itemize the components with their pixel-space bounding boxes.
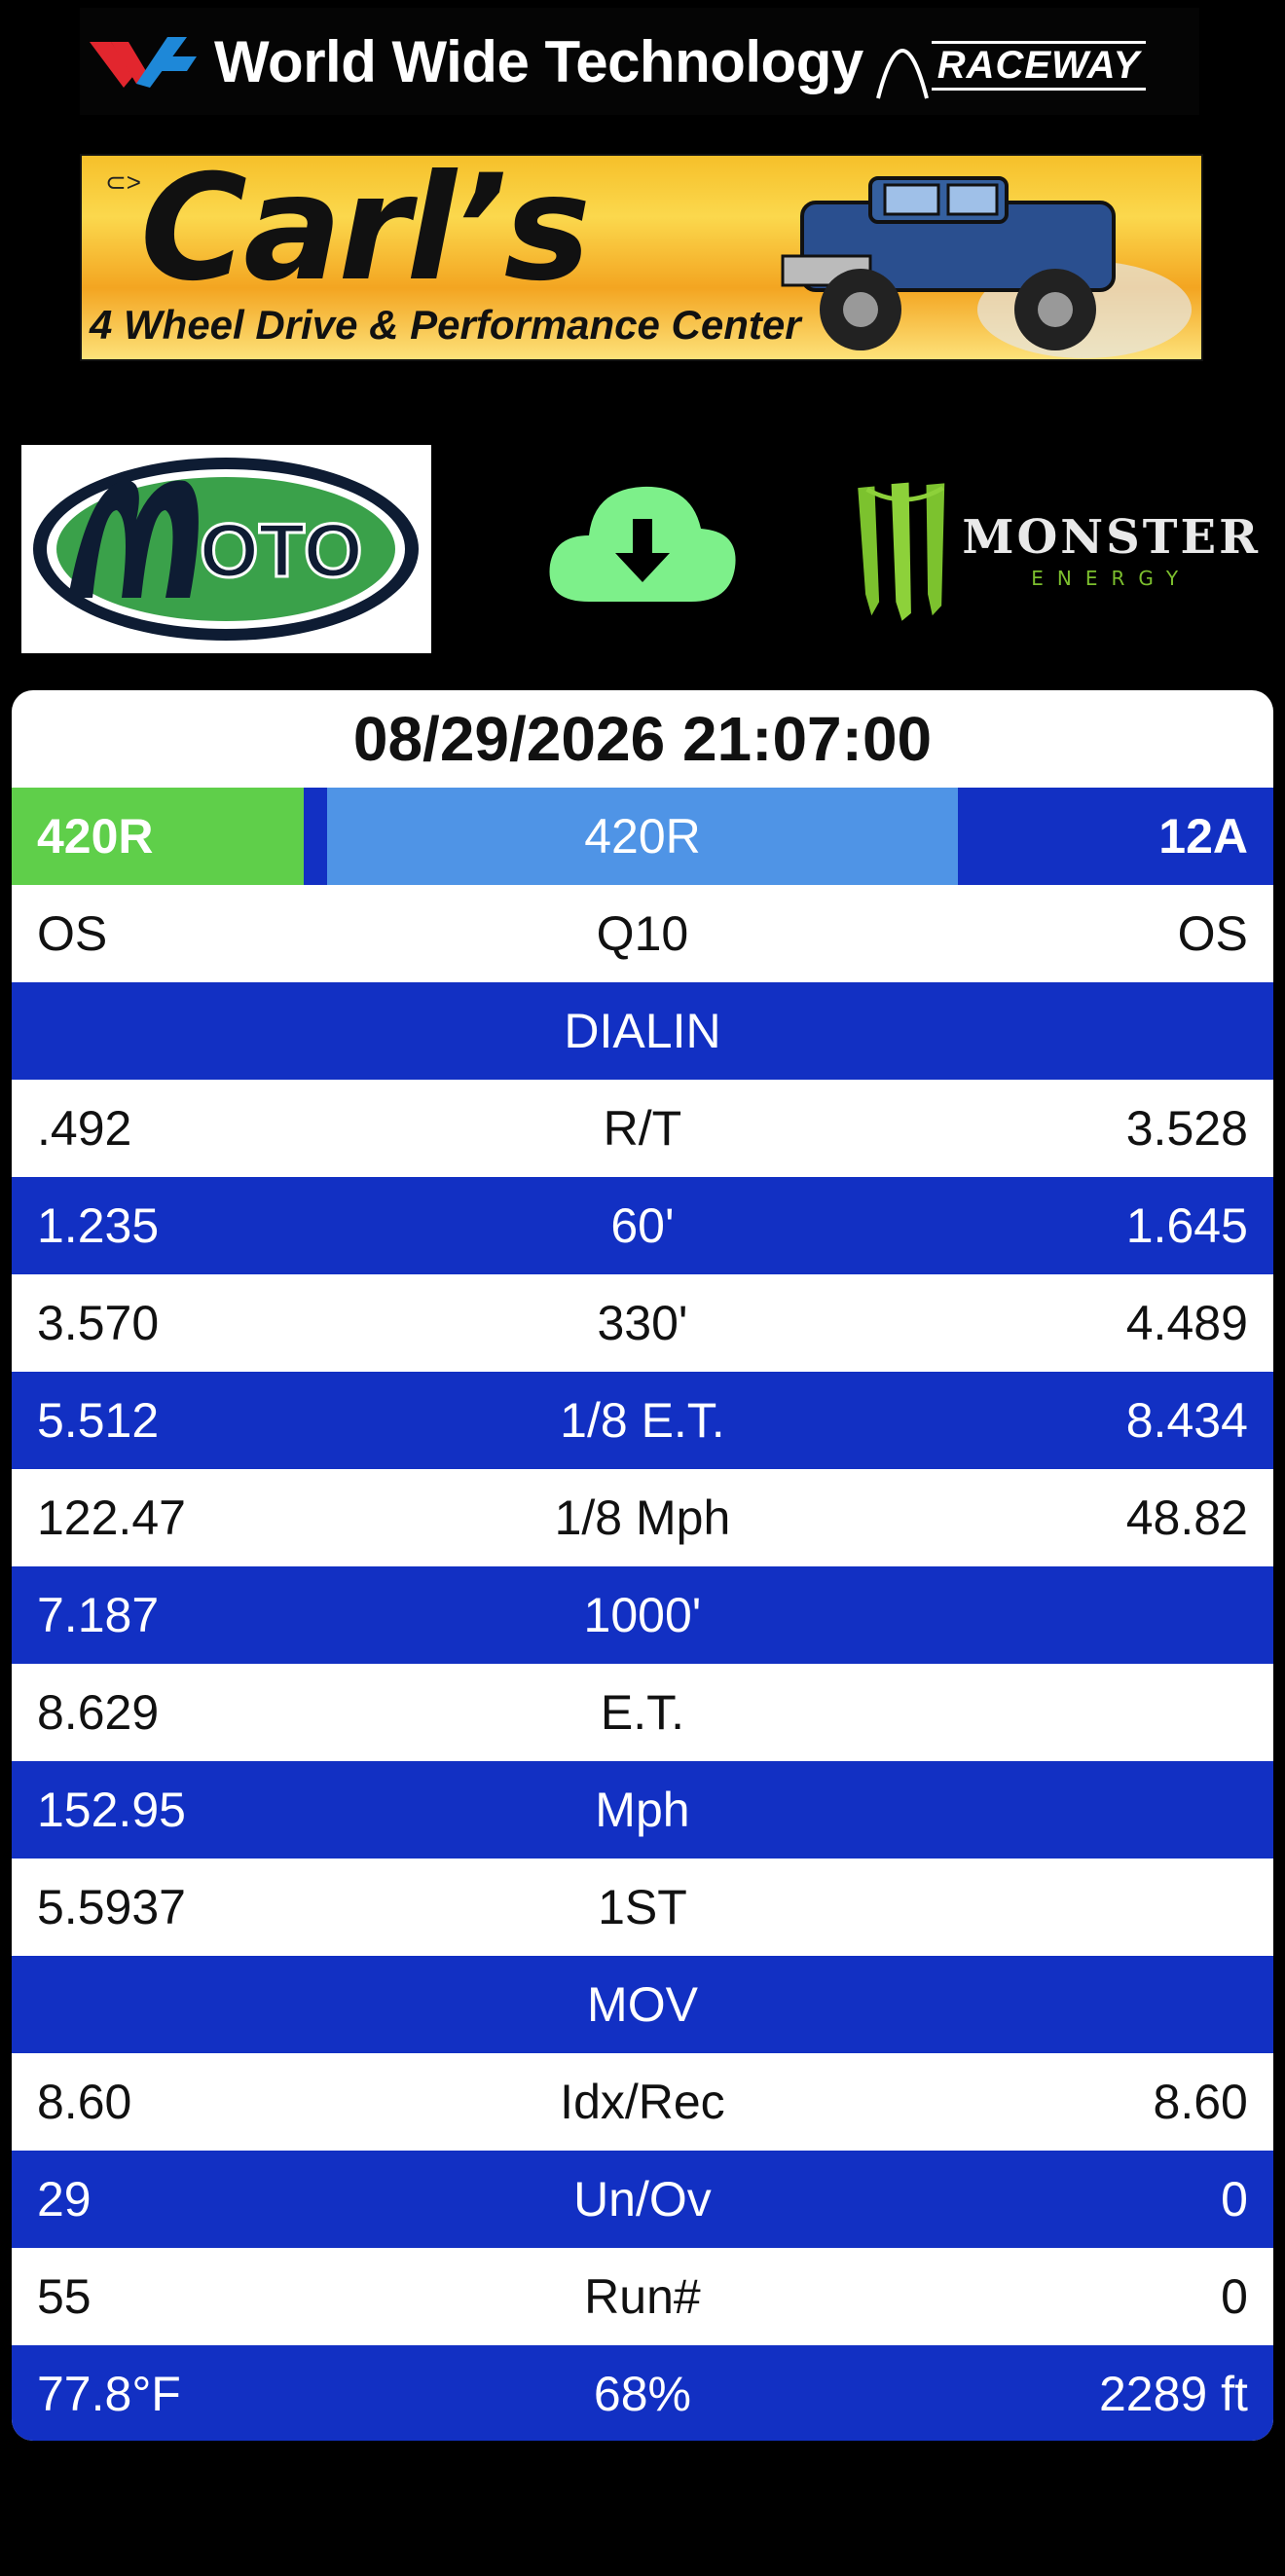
slip-row-eighth-mph: 122.47 1/8 Mph 48.82: [12, 1469, 1273, 1566]
row-label: E.T.: [600, 1685, 684, 1740]
temperature: 77.8°F: [37, 2367, 181, 2421]
left-value: 55: [37, 2269, 92, 2324]
row-label: Q10: [596, 906, 689, 961]
left-value: 5.5937: [37, 1880, 186, 1934]
carls-banner: ⊂> Carl’s 4 Wheel Drive & Performance Ce…: [80, 154, 1203, 361]
row-label: Idx/Rec: [560, 2075, 725, 2129]
left-value: 122.47: [37, 1490, 186, 1545]
slip-row-idx-rec: 8.60 Idx/Rec 8.60: [12, 2053, 1273, 2151]
lane-left: 420R: [12, 788, 304, 885]
slip-row-run-number: 55 Run# 0: [12, 2248, 1273, 2345]
left-value: .492: [37, 1101, 132, 1156]
right-value: 8.60: [1153, 2075, 1248, 2129]
row-label: 1000': [583, 1588, 702, 1642]
left-value: 3.570: [37, 1296, 160, 1350]
moto-logo-icon: OTO: [33, 458, 419, 641]
right-value: 48.82: [1125, 1490, 1248, 1545]
right-value: 3.528: [1125, 1101, 1248, 1156]
section-header: DIALIN: [564, 1004, 721, 1058]
slip-row-et: 8.629 E.T.: [12, 1664, 1273, 1761]
energy-word: ENERGY: [1031, 567, 1193, 590]
fish-icon: ⊂>: [105, 167, 141, 197]
left-value: OS: [37, 906, 108, 961]
svg-text:OTO: OTO: [200, 507, 363, 593]
row-label: 1/8 Mph: [554, 1490, 731, 1545]
row-label: Run#: [584, 2269, 701, 2324]
lane-divider: [304, 788, 327, 885]
cloud-download-icon[interactable]: [545, 475, 740, 607]
slip-datetime: 08/29/2026 21:07:00: [352, 704, 933, 774]
lane-middle: 420R: [327, 788, 958, 885]
slip-row-class: OS Q10 OS: [12, 885, 1273, 982]
altitude: 2289 ft: [1098, 2367, 1248, 2421]
raceway-mark: RACEWAY: [873, 22, 1147, 100]
section-header: MOV: [587, 1977, 698, 2032]
right-value: 0: [1221, 2172, 1248, 2226]
wwt-raceway-logo: World Wide Technology RACEWAY: [80, 8, 1199, 115]
lane-right: 12A: [958, 788, 1273, 885]
right-value: 0: [1221, 2269, 1248, 2324]
right-value: OS: [1177, 906, 1248, 961]
slip-row-dialin: DIALIN: [12, 982, 1273, 1080]
slip-row-un-ov: 29 Un/Ov 0: [12, 2151, 1273, 2248]
monster-claw-icon: [858, 482, 945, 621]
row-label: R/T: [603, 1101, 682, 1156]
row-label: 1ST: [598, 1880, 687, 1934]
right-value: 1.645: [1125, 1198, 1248, 1253]
right-value: 4.489: [1125, 1296, 1248, 1350]
left-value: 8.60: [37, 2075, 132, 2129]
moto-logo: OTO: [21, 445, 431, 653]
left-value: 5.512: [37, 1393, 160, 1448]
wwt-title: World Wide Technology: [214, 28, 863, 94]
left-value: 7.187: [37, 1588, 160, 1642]
left-value: 29: [37, 2172, 92, 2226]
slip-row-rt: .492 R/T 3.528: [12, 1080, 1273, 1177]
row-label: Un/Ov: [573, 2172, 712, 2226]
slip-row-1000ft: 7.187 1000': [12, 1566, 1273, 1664]
carls-name: Carl’s: [140, 154, 591, 313]
row-label: 330': [597, 1296, 688, 1350]
slip-row-330ft: 3.570 330' 4.489: [12, 1274, 1273, 1372]
monster-word: MONSTER: [962, 510, 1261, 565]
raceway-text: RACEWAY: [931, 41, 1147, 91]
lane-row: 420R 420R 12A: [12, 788, 1273, 885]
left-value: 152.95: [37, 1783, 186, 1837]
slip-row-weather: 77.8°F 68% 2289 ft: [12, 2345, 1273, 2441]
slip-row-60ft: 1.235 60' 1.645: [12, 1177, 1273, 1274]
slip-row-eighth-et: 5.512 1/8 E.T. 8.434: [12, 1372, 1273, 1469]
arch-icon: [875, 49, 929, 99]
truck-icon: [781, 176, 1192, 358]
slip-row-mph: 152.95 Mph: [12, 1761, 1273, 1858]
left-value: 8.629: [37, 1685, 160, 1740]
slip-row-result: 5.5937 1ST: [12, 1858, 1273, 1956]
row-label: 1/8 E.T.: [560, 1393, 725, 1448]
row-label: Mph: [595, 1783, 690, 1837]
slip-row-mov: MOV: [12, 1956, 1273, 2053]
right-value: 8.434: [1125, 1393, 1248, 1448]
timeslip-card: 08/29/2026 21:07:00 420R 420R 12A OS Q10…: [12, 690, 1273, 2441]
wwt-mark-icon: [90, 37, 197, 88]
humidity: 68%: [593, 2367, 691, 2421]
left-value: 1.235: [37, 1198, 160, 1253]
monster-energy-logo: MONSTER ENERGY: [852, 458, 1261, 643]
carls-subtitle: 4 Wheel Drive & Performance Center: [90, 302, 801, 348]
row-label: 60': [610, 1198, 675, 1253]
